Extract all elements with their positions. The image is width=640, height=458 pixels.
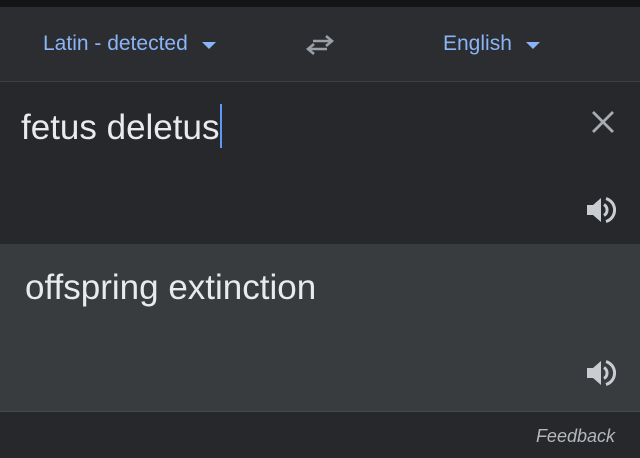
text-cursor <box>220 104 223 148</box>
translation-text: offspring extinction <box>25 268 317 307</box>
close-icon <box>592 111 614 133</box>
feedback-link[interactable]: Feedback <box>536 426 615 447</box>
swap-languages-button[interactable] <box>302 32 338 58</box>
volume-up-icon <box>587 197 616 223</box>
top-strip <box>0 0 640 7</box>
arrow-drop-down-icon <box>525 42 540 49</box>
source-language-label: Latin - detected <box>43 32 188 55</box>
listen-translation-button[interactable] <box>585 358 617 388</box>
listen-source-button[interactable] <box>585 195 617 225</box>
target-language-selector[interactable]: English <box>443 7 540 81</box>
source-text-input[interactable]: fetus deletus <box>21 104 223 148</box>
source-text-value: fetus deletus <box>21 108 220 147</box>
arrow-drop-down-icon <box>201 42 216 49</box>
source-language-selector[interactable]: Latin - detected <box>43 7 216 81</box>
target-language-label: English <box>443 32 512 55</box>
translation-output-panel: offspring extinction <box>0 244 640 411</box>
swap-horiz-icon <box>305 35 335 55</box>
divider <box>0 411 640 412</box>
footer: Feedback <box>0 411 640 458</box>
language-bar: Latin - detected English <box>0 7 640 81</box>
source-input-panel[interactable]: fetus deletus <box>0 82 640 244</box>
clear-input-button[interactable] <box>589 108 617 136</box>
volume-up-icon <box>587 360 616 386</box>
